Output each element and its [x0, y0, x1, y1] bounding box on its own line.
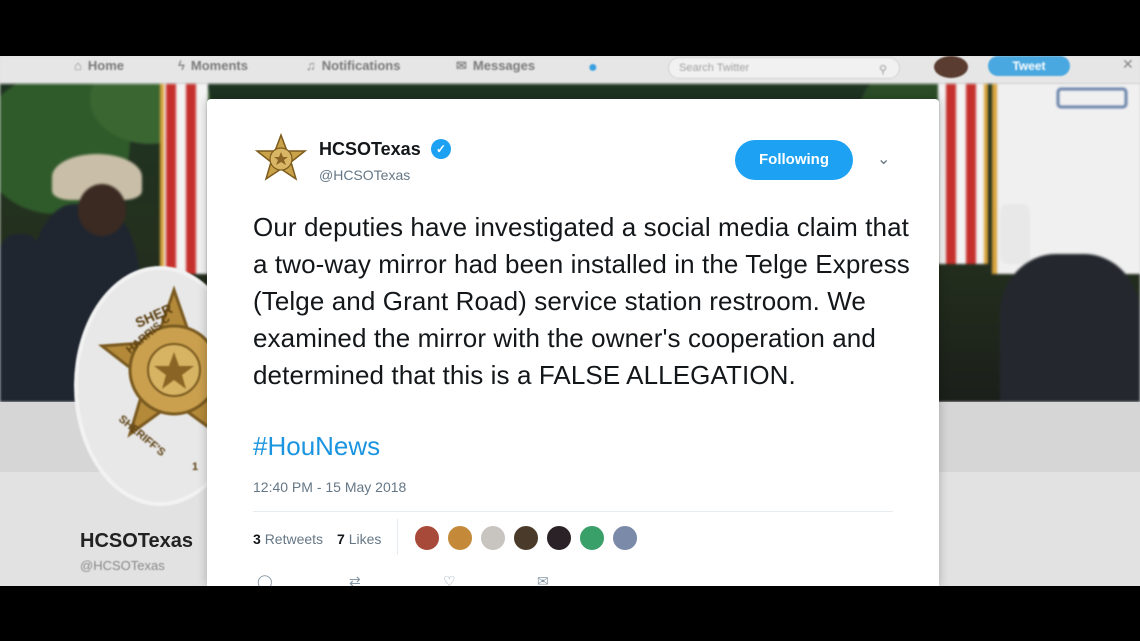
american-flag [938, 84, 988, 264]
tweet-card: HCSOTexas ✓ @HCSOTexas Following ⌄ Our d… [207, 99, 939, 586]
tweet-actions: ◯ ⇄ ♡ ✉ [253, 569, 893, 586]
user-avatar[interactable] [934, 56, 968, 78]
tweet-text: Our deputies have investigated a social … [253, 212, 910, 390]
author-avatar[interactable] [253, 132, 309, 189]
video-frame: ⌂ Home ϟ Moments ♫ Notifications ✉ Messages … [0, 0, 1140, 641]
bird-logo-icon[interactable]: ● [588, 59, 598, 77]
search-input[interactable]: Search Twitter ⚲ [668, 57, 900, 79]
officer-face [78, 184, 126, 236]
divider [397, 519, 398, 555]
tweet-stats: 3 Retweets 7 Likes [253, 531, 381, 547]
message-icon[interactable]: ✉ [537, 573, 549, 586]
mail-icon: ✉ [456, 58, 467, 73]
liker-avatar[interactable] [512, 524, 540, 552]
liker-avatar[interactable] [578, 524, 606, 552]
chevron-down-icon[interactable]: ⌄ [877, 149, 890, 169]
svg-text:1: 1 [192, 461, 198, 473]
divider [253, 511, 893, 512]
profile-name[interactable]: HCSOTexas [80, 530, 193, 553]
retweet-icon[interactable]: ⇄ [349, 573, 361, 586]
top-nav-bar: ⌂ Home ϟ Moments ♫ Notifications ✉ Messages … [0, 56, 1140, 84]
liker-avatar[interactable] [611, 524, 639, 552]
search-icon: ⚲ [878, 64, 887, 76]
officer-figure [1000, 254, 1140, 402]
author-name[interactable]: HCSOTexas [319, 139, 421, 160]
reply-icon[interactable]: ◯ [257, 573, 273, 586]
author-handle[interactable]: @HCSOTexas [319, 167, 410, 183]
tweet-timestamp[interactable]: 12:40 PM - 15 May 2018 [253, 479, 406, 495]
verified-badge-icon: ✓ [431, 139, 451, 159]
likes-stat[interactable]: 7 Likes [337, 531, 381, 547]
close-icon[interactable]: ✕ [1122, 56, 1134, 73]
nav-notifications[interactable]: ♫ Notifications [306, 58, 400, 73]
lightning-icon: ϟ [178, 58, 185, 73]
profile-handle: @HCSOTexas [80, 558, 165, 573]
retweets-stat[interactable]: 3 Retweets [253, 531, 323, 547]
nav-home[interactable]: ⌂ Home [74, 58, 124, 73]
twitter-screen: ⌂ Home ϟ Moments ♫ Notifications ✉ Messages … [0, 56, 1140, 586]
american-flag [160, 84, 208, 274]
liker-avatar[interactable] [413, 524, 441, 552]
bell-icon: ♫ [306, 58, 316, 73]
liker-avatar[interactable] [545, 524, 573, 552]
like-icon[interactable]: ♡ [443, 573, 456, 586]
nav-moments[interactable]: ϟ Moments [178, 58, 248, 73]
following-button[interactable]: Following [735, 140, 853, 180]
white-glove [1000, 204, 1030, 264]
home-icon: ⌂ [74, 58, 82, 73]
tweet-button[interactable]: Tweet [988, 56, 1070, 76]
sheriff-star-icon [254, 132, 308, 181]
liker-avatar[interactable] [479, 524, 507, 552]
officer-figure [0, 234, 50, 402]
liker-avatar[interactable] [446, 524, 474, 552]
nav-messages[interactable]: ✉ Messages [456, 58, 535, 74]
hashtag-link[interactable]: #HouNews [253, 431, 380, 462]
